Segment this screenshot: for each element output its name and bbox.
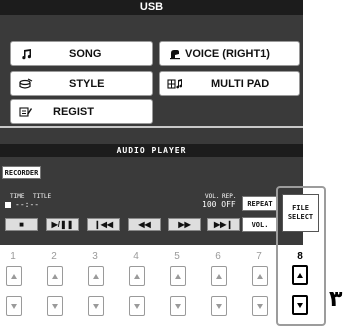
number-6: 6 (215, 251, 221, 262)
down-arrow-icon (52, 303, 58, 309)
down-arrow-icon (216, 303, 222, 309)
down-arrow-icon (93, 303, 99, 309)
up-button-5[interactable] (170, 266, 186, 286)
multi-pad-icon (166, 75, 184, 93)
down-arrow-icon (11, 303, 17, 309)
down-arrow-icon (134, 303, 140, 309)
down-button-8[interactable] (292, 295, 308, 315)
down-arrow-icon (257, 303, 263, 309)
section-divider (0, 126, 303, 128)
up-button-8[interactable] (292, 265, 308, 285)
number-4: 4 (133, 251, 139, 262)
up-button-3[interactable] (88, 266, 104, 286)
down-button-4[interactable] (129, 296, 145, 316)
up-button-6[interactable] (211, 266, 227, 286)
fast-forward-button[interactable]: ▶▶ (168, 218, 201, 231)
number-3: 3 (92, 251, 98, 262)
down-button-3[interactable] (88, 296, 104, 316)
repeat-button[interactable]: REPEAT (242, 196, 278, 211)
time-label: TIME (10, 193, 25, 200)
up-button-7[interactable] (252, 266, 268, 286)
down-button-5[interactable] (170, 296, 186, 316)
screen-title: USB (0, 0, 303, 15)
up-arrow-icon (11, 273, 17, 279)
file-select-button[interactable]: FILE SELECT (282, 194, 319, 232)
vol-button[interactable]: VOL. (242, 217, 278, 232)
status-indicator (5, 202, 11, 208)
up-arrow-icon (175, 273, 181, 279)
next-button[interactable]: ▶▶❙ (207, 218, 240, 231)
regist-button[interactable]: REGIST (10, 99, 153, 124)
step-callout-number: ٣ (329, 287, 343, 312)
number-7: 7 (256, 251, 262, 262)
up-arrow-icon (257, 273, 263, 279)
voice-right1-button[interactable]: VOICE (RIGHT1) (159, 41, 300, 66)
number-1: 1 (10, 251, 16, 262)
up-arrow-icon (134, 273, 140, 279)
multi-pad-button[interactable]: MULTI PAD (159, 71, 300, 96)
display-screen: USB SONG VOICE (RIGHT1) STYLE MULTI PAD … (0, 0, 303, 245)
number-5: 5 (174, 251, 180, 262)
title-label: TITLE (33, 193, 52, 200)
rewind-button[interactable]: ◀◀ (128, 218, 161, 231)
previous-button[interactable]: ❙◀◀ (87, 218, 120, 231)
music-note-icon (17, 45, 35, 63)
vol-label: VOL. (205, 193, 220, 200)
vol-rep-value: 100 OFF (202, 200, 236, 209)
number-8: 8 (297, 251, 303, 262)
down-button-2[interactable] (47, 296, 63, 316)
registration-icon (17, 103, 35, 121)
regist-label: REGIST (53, 105, 94, 118)
multi-pad-label: MULTI PAD (211, 77, 270, 90)
down-arrow-icon (175, 303, 181, 309)
up-button-4[interactable] (129, 266, 145, 286)
up-button-1[interactable] (6, 266, 22, 286)
up-button-2[interactable] (47, 266, 63, 286)
up-arrow-icon (297, 272, 303, 278)
up-arrow-icon (52, 273, 58, 279)
up-arrow-icon (93, 273, 99, 279)
down-button-6[interactable] (211, 296, 227, 316)
stop-button[interactable]: ■ (5, 218, 38, 231)
song-button[interactable]: SONG (10, 41, 153, 66)
rep-label: REP. (222, 193, 237, 200)
recorder-button[interactable]: RECORDER (2, 166, 41, 179)
down-arrow-icon (297, 302, 303, 308)
down-button-1[interactable] (6, 296, 22, 316)
up-arrow-icon (216, 273, 222, 279)
voice-label: VOICE (RIGHT1) (185, 47, 270, 60)
style-label: STYLE (69, 77, 105, 90)
time-value: --:-- (15, 200, 40, 209)
drum-icon (17, 75, 35, 93)
piano-icon (166, 45, 184, 63)
audio-player-header: AUDIO PLAYER (0, 144, 303, 157)
down-button-7[interactable] (252, 296, 268, 316)
play-pause-button[interactable]: ▶/❚❚ (46, 218, 79, 231)
style-button[interactable]: STYLE (10, 71, 153, 96)
song-label: SONG (69, 47, 102, 60)
number-2: 2 (51, 251, 57, 262)
